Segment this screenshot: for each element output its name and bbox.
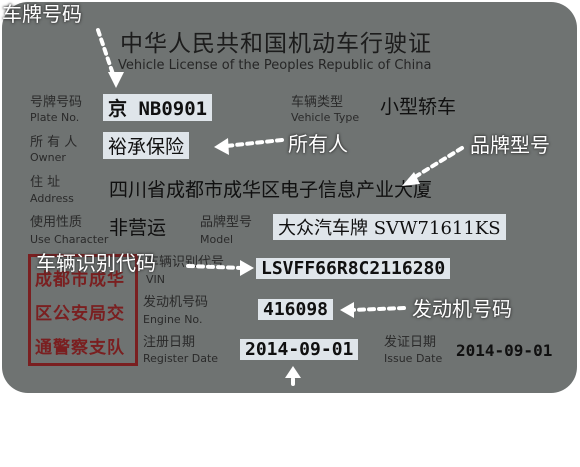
arrowhead-register-date xyxy=(285,366,301,378)
arrowhead-owner xyxy=(214,138,229,155)
annotation-arrows xyxy=(96,28,464,386)
arrowhead-plate xyxy=(108,72,124,88)
arrow-to-engine xyxy=(350,306,406,312)
arrow-to-vin xyxy=(186,264,244,270)
arrow-to-owner xyxy=(224,138,284,148)
arrowhead-vin xyxy=(240,260,254,276)
arrowhead-engine xyxy=(340,302,354,318)
arrow-to-model xyxy=(408,146,464,182)
